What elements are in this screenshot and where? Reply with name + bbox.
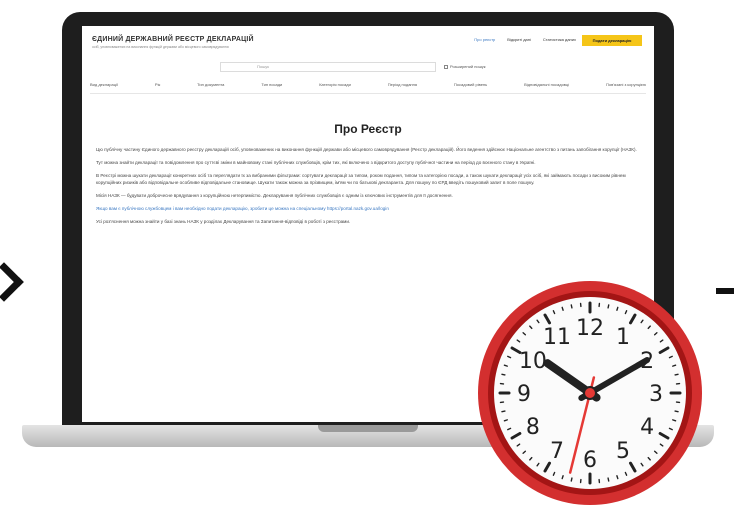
filter-period[interactable]: Період подання [388, 82, 417, 93]
filter-position-category[interactable]: Категорія посади [319, 82, 351, 93]
extended-search-label: Розширений пошук [450, 64, 486, 69]
clock-center-hub [583, 386, 597, 400]
clock-tick [501, 410, 506, 413]
clock-number: 10 [519, 349, 547, 374]
search-input[interactable]: Пошук [220, 62, 436, 72]
wall-clock: 121234567891011 [478, 281, 702, 505]
arrow-left-icon [0, 262, 24, 302]
page-content: Цю публічну частину Єдиного державного р… [96, 146, 640, 231]
clock-number: 7 [550, 439, 564, 464]
site-title[interactable]: ЄДИНИЙ ДЕРЖАВНИЙ РЕЄСТР ДЕКЛАРАЦІЙ [92, 36, 254, 43]
site-header: ЄДИНИЙ ДЕРЖАВНИЙ РЕЄСТР ДЕКЛАРАЦІЙ осіб,… [82, 26, 654, 76]
clock-body: 121234567891011 [478, 281, 702, 505]
filter-position-level[interactable]: Посадовий рівень [454, 82, 487, 93]
filter-corruption-related[interactable]: Пов'язані з корупцією [606, 82, 646, 93]
clock-tick [672, 364, 677, 367]
top-nav: Про реєстр Відкриті дані Статистика дани… [474, 37, 576, 42]
filter-position-type[interactable]: Тип посади [261, 82, 282, 93]
laptop-base-groove [318, 425, 418, 432]
checkbox-icon[interactable] [444, 64, 448, 69]
clock-tick [674, 373, 679, 376]
about-paragraph: Тут можна знайти декларації та повідомле… [96, 160, 536, 165]
clock-tick [616, 306, 619, 311]
submit-declaration-button[interactable]: Подати декларацію [582, 35, 642, 46]
filter-declaration-type[interactable]: Вид декларації [90, 82, 118, 93]
clock-tick [672, 419, 677, 422]
clock-tick [674, 410, 679, 413]
clock-number: 4 [640, 415, 654, 440]
clock-number: 6 [583, 448, 597, 473]
site-subtitle: осіб, уповноважених на виконання функцій… [92, 45, 229, 49]
portal-link-paragraph[interactable]: Якщо вам є публічною службовцем і вам не… [96, 205, 640, 212]
clock-number: 11 [543, 325, 571, 350]
filter-year[interactable]: Рік [155, 82, 160, 93]
clock-number: 9 [517, 382, 531, 407]
clock-number: 12 [576, 316, 604, 341]
about-paragraph: В Реєстрі можна шукати декларації конкре… [96, 173, 626, 185]
arrow-right-icon [716, 288, 734, 294]
filter-responsible-officials[interactable]: Відповідальні посадовці [524, 82, 569, 93]
page-title: Про Реєстр [334, 122, 402, 136]
clock-number: 1 [616, 325, 630, 350]
clock-number: 5 [616, 439, 630, 464]
clock-tick [561, 475, 564, 480]
clock-number: 8 [526, 415, 540, 440]
laptop-camera-notch [334, 12, 402, 26]
clock-tick [616, 475, 619, 480]
extended-search-toggle[interactable]: Розширений пошук [444, 64, 486, 69]
about-paragraph: Цю публічну частину Єдиного державного р… [96, 147, 637, 152]
filter-bar: Вид декларації Рік Тип документа Тип пос… [90, 82, 646, 94]
clock-tick [570, 304, 573, 309]
nav-statistics-link[interactable]: Статистика даних [543, 37, 576, 42]
nav-about-link[interactable]: Про реєстр [474, 37, 495, 42]
clock-tick [561, 306, 564, 311]
clock-tick [501, 373, 506, 376]
clock-tick [607, 304, 610, 309]
clock-tick [503, 419, 508, 422]
about-paragraph: Місія НАЗК — будувати доброчесне врядува… [96, 193, 453, 198]
clock-tick [570, 477, 573, 482]
nav-open-data-link[interactable]: Відкриті дані [507, 37, 531, 42]
clock-number: 3 [649, 382, 663, 407]
filter-document-type[interactable]: Тип документа [197, 82, 224, 93]
clock-tick [607, 477, 610, 482]
knowledge-base-paragraph: Усі роз'яснення можна знайти у базі знан… [96, 219, 351, 224]
clock-tick [503, 364, 508, 367]
